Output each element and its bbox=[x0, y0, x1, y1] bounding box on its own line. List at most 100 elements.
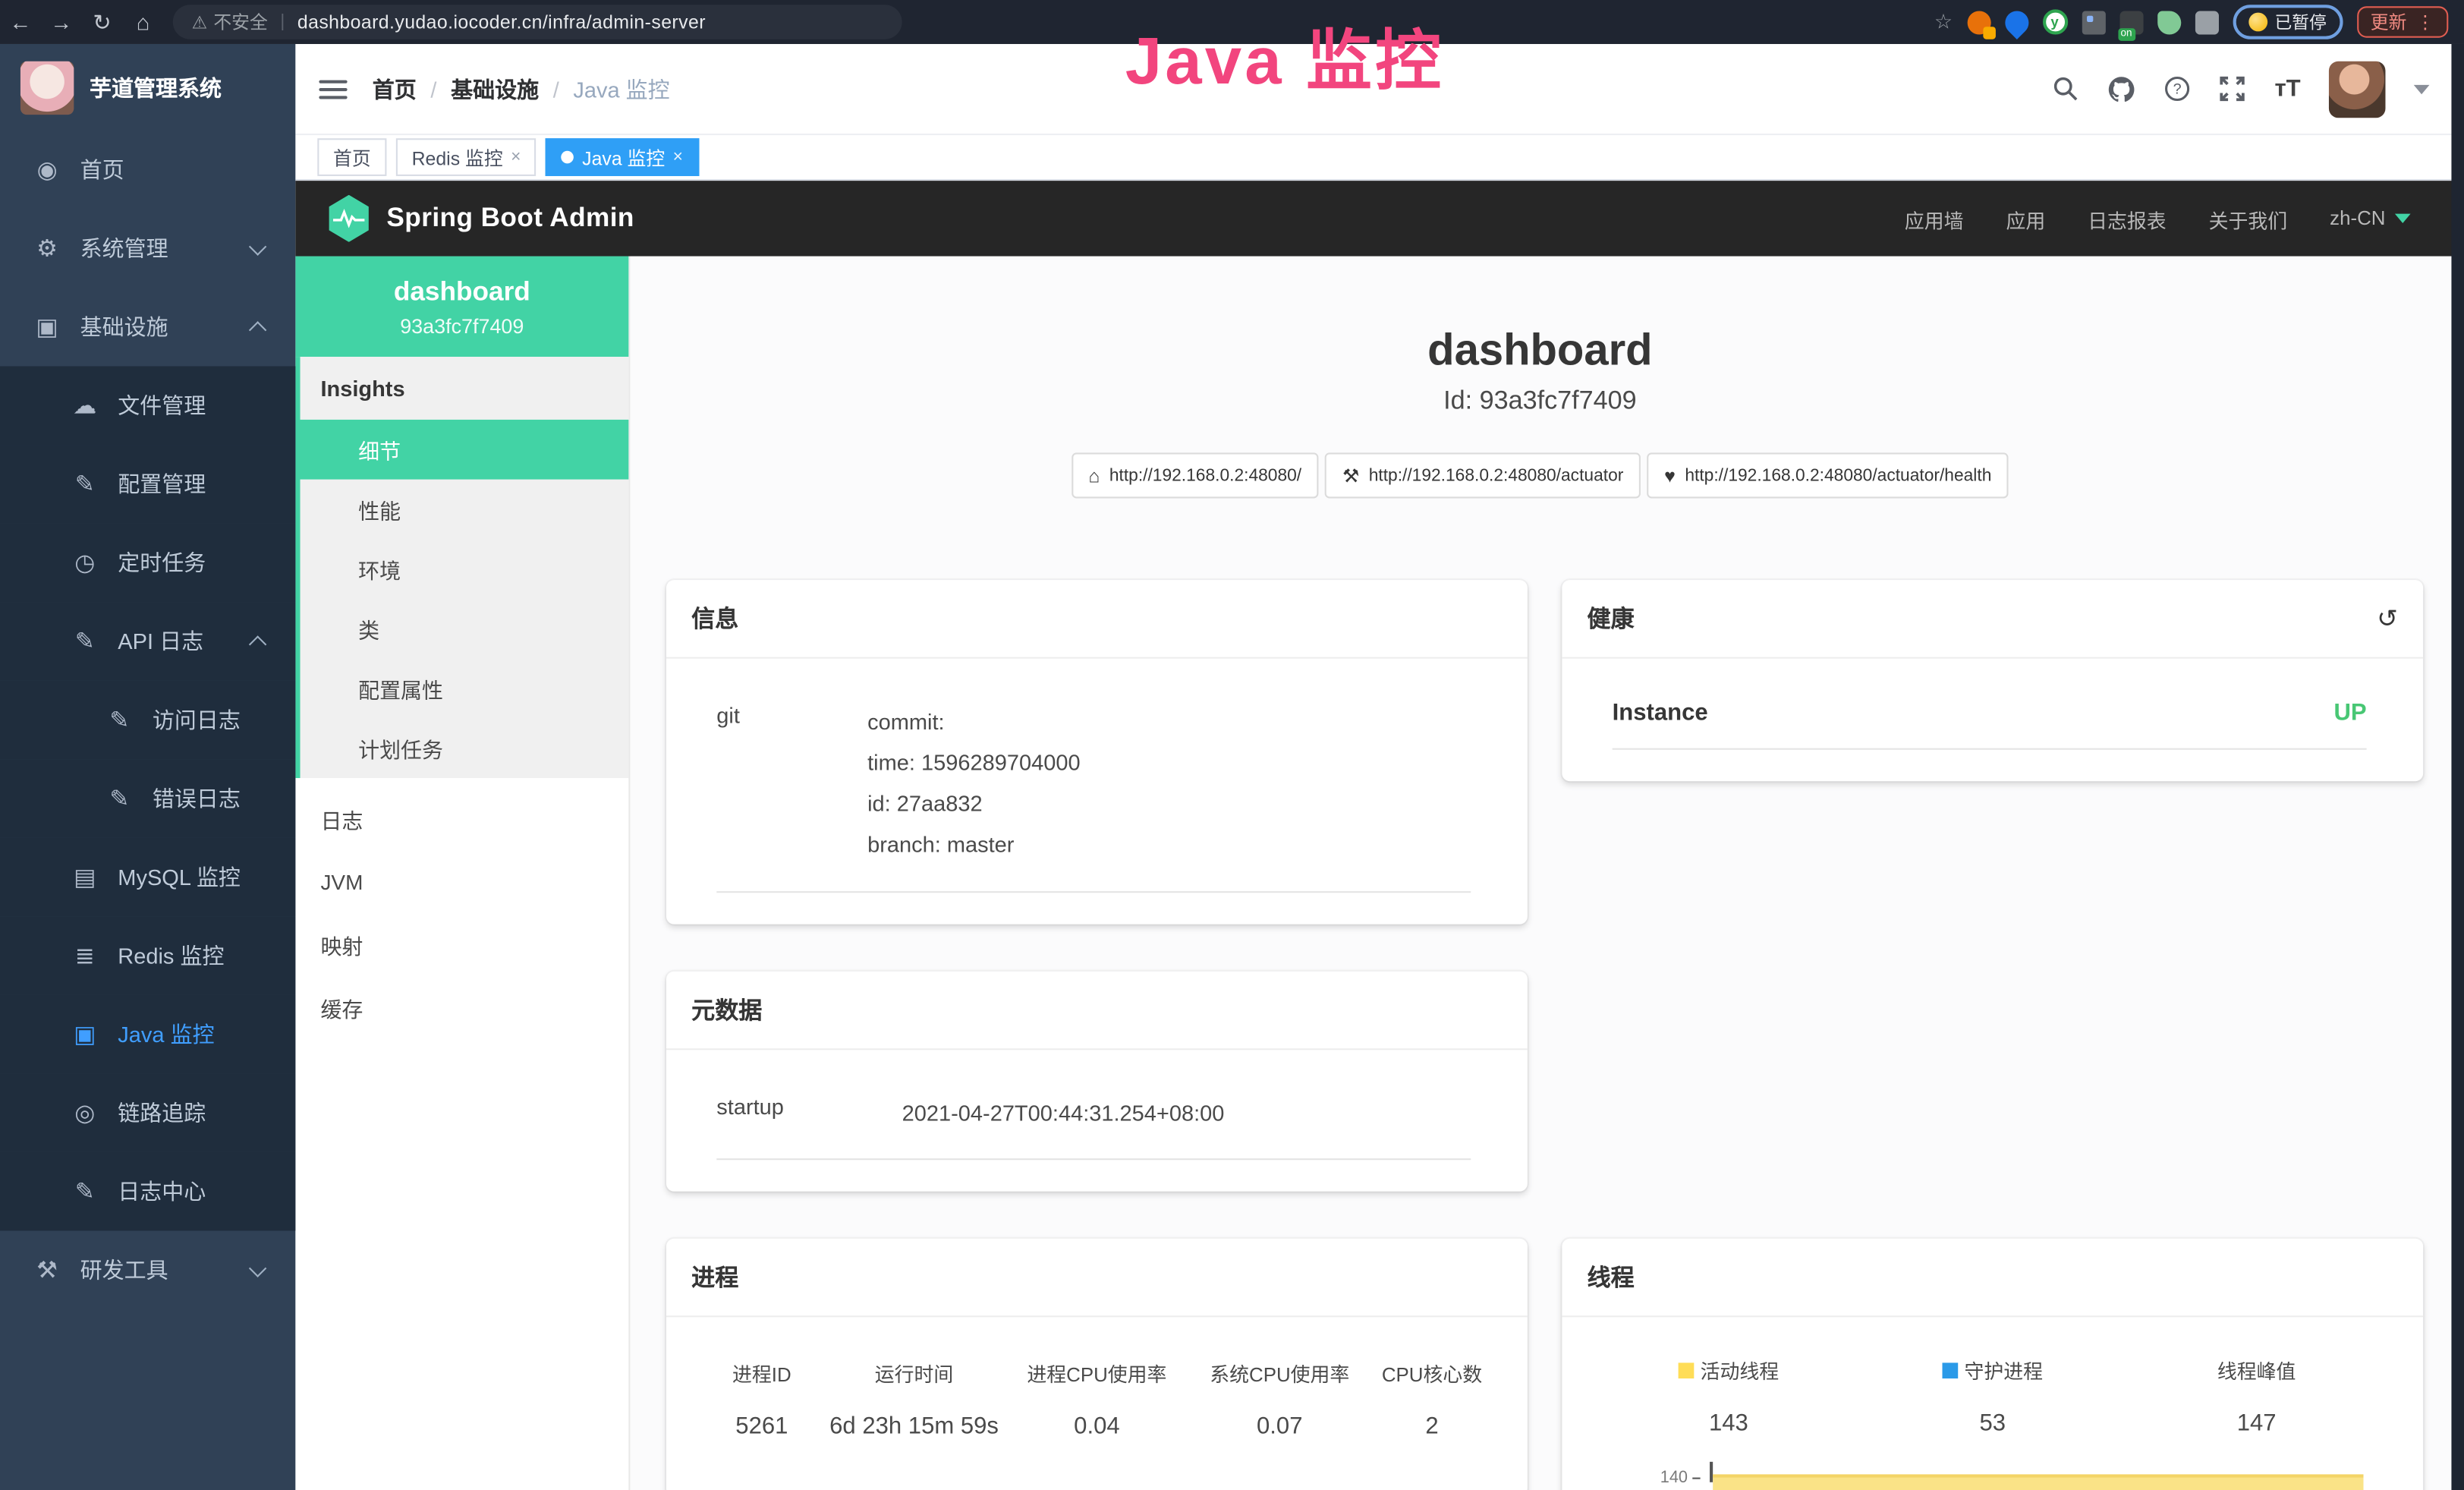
service-url-button[interactable]: ⌂ http://192.168.0.2:48080/ bbox=[1072, 452, 1319, 498]
sba-item-environment[interactable]: 环境 bbox=[301, 539, 629, 599]
bookmark-star-icon[interactable]: ☆ bbox=[1934, 9, 1953, 34]
tab-label: 首页 bbox=[333, 143, 371, 170]
chevron-down-icon bbox=[249, 237, 266, 254]
sidebar-item-config-mgmt[interactable]: ✎ 配置管理 bbox=[0, 445, 295, 524]
sba-nav-applications[interactable]: 应用 bbox=[2006, 203, 2045, 233]
threads-card: 线程 活动线程 143 守护进程 53 线程峰值 bbox=[1562, 1240, 2423, 1490]
metadata-card-header: 元数据 bbox=[666, 971, 1528, 1050]
extension-switch-icon[interactable]: on bbox=[2119, 10, 2142, 33]
sba-brand-title[interactable]: Spring Boot Admin bbox=[386, 203, 634, 234]
process-card-header: 进程 bbox=[666, 1240, 1528, 1318]
metadata-card: 元数据 startup 2021-04-27T00:44:31.254+08:0… bbox=[666, 971, 1528, 1192]
sidebar-item-label: 定时任务 bbox=[118, 547, 206, 578]
sidebar-item-access-logs[interactable]: ✎ 访问日志 bbox=[0, 681, 295, 760]
help-icon[interactable]: ? bbox=[2164, 75, 2191, 102]
wrench-icon: ⚒ bbox=[1342, 465, 1359, 487]
tab-home[interactable]: 首页 bbox=[317, 138, 386, 176]
instance-title: dashboard bbox=[628, 326, 2451, 376]
extension-leaf-icon[interactable] bbox=[2157, 10, 2180, 33]
metadata-value: 2021-04-27T00:44:31.254+08:00 bbox=[902, 1093, 1471, 1134]
close-tab-icon[interactable]: × bbox=[511, 148, 521, 167]
fullscreen-icon[interactable] bbox=[2220, 75, 2246, 102]
sba-item-details[interactable]: 细节 bbox=[295, 420, 628, 480]
sidebar-item-home[interactable]: ◉ 首页 bbox=[0, 131, 295, 209]
instance-header[interactable]: dashboard 93a3fc7f7409 bbox=[295, 257, 628, 358]
profile-paused-badge[interactable]: 已暂停 bbox=[2233, 5, 2343, 39]
github-icon[interactable] bbox=[2108, 74, 2136, 102]
sba-item-caches[interactable]: 缓存 bbox=[295, 976, 628, 1039]
edit-icon: ✎ bbox=[69, 1177, 100, 1205]
sba-nav-wallboard[interactable]: 应用墙 bbox=[1905, 203, 1964, 233]
extension-pin-icon[interactable] bbox=[2000, 5, 2033, 39]
app-sidebar: 芋道管理系统 ◉ 首页 ⚙ 系统管理 ▣ 基础设施 ☁ 文件管理 ✎ bbox=[0, 44, 295, 1490]
clock-icon: ◷ bbox=[69, 549, 100, 577]
sidebar-item-dev-tools[interactable]: ⚒ 研发工具 bbox=[0, 1230, 295, 1309]
dashboard-icon: ◉ bbox=[31, 156, 62, 184]
sidebar-item-scheduled-jobs[interactable]: ◷ 定时任务 bbox=[0, 524, 295, 603]
info-key: git bbox=[716, 703, 867, 865]
browser-forward-icon[interactable]: → bbox=[41, 9, 82, 34]
sidebar-item-api-logs[interactable]: ✎ API 日志 bbox=[0, 602, 295, 681]
sba-nav-journal[interactable]: 日志报表 bbox=[2088, 203, 2167, 233]
service-url: http://192.168.0.2:48080/ bbox=[1109, 466, 1301, 485]
search-icon[interactable] bbox=[2053, 75, 2079, 102]
sidebar-item-log-center[interactable]: ✎ 日志中心 bbox=[0, 1152, 295, 1231]
browser-home-icon[interactable]: ⌂ bbox=[123, 9, 164, 34]
user-avatar[interactable] bbox=[2329, 61, 2386, 118]
tab-redis-monitor[interactable]: Redis 监控 × bbox=[396, 138, 537, 176]
sidebar-item-tracing[interactable]: ◎ 链路追踪 bbox=[0, 1073, 295, 1152]
sba-item-scheduled-tasks[interactable]: 计划任务 bbox=[301, 718, 629, 778]
breadcrumb-separator: / bbox=[553, 76, 559, 101]
sidebar-item-java-monitor[interactable]: ▣ Java 监控 bbox=[0, 995, 295, 1074]
browser-back-icon[interactable]: ← bbox=[0, 9, 41, 34]
health-instance-label: Instance bbox=[1613, 700, 1708, 726]
extension-grid-icon[interactable] bbox=[2082, 10, 2105, 33]
chrome-menu-dots-icon[interactable]: ⋮ bbox=[2416, 11, 2434, 33]
browser-reload-icon[interactable]: ↻ bbox=[82, 8, 123, 35]
sba-item-logs[interactable]: 日志 bbox=[295, 787, 628, 850]
actuator-url-button[interactable]: ⚒ http://192.168.0.2:48080/actuator bbox=[1325, 452, 1641, 498]
breadcrumb-infra[interactable]: 基础设施 bbox=[451, 73, 539, 104]
legend-peak-threads: 线程峰值 147 bbox=[2125, 1356, 2389, 1438]
info-row-git: git commit: time: 1596289704000 id: 27aa… bbox=[716, 687, 1471, 892]
hamburger-menu-icon[interactable] bbox=[319, 74, 347, 102]
tab-java-monitor[interactable]: Java 监控 × bbox=[546, 138, 699, 176]
sba-item-mappings[interactable]: 映射 bbox=[295, 913, 628, 976]
history-icon[interactable]: ↺ bbox=[2377, 603, 2398, 634]
live-threads-area-series bbox=[1713, 1475, 2363, 1490]
legend-live-threads[interactable]: 活动线程 143 bbox=[1597, 1356, 1861, 1438]
legend-daemon-threads[interactable]: 守护进程 53 bbox=[1861, 1356, 2125, 1438]
app-logo-row[interactable]: 芋道管理系统 bbox=[0, 44, 295, 131]
sidebar-item-file-mgmt[interactable]: ☁ 文件管理 bbox=[0, 366, 295, 445]
extension-orange-icon[interactable] bbox=[1967, 10, 1990, 33]
chrome-update-button[interactable]: 更新 ⋮ bbox=[2356, 6, 2448, 37]
sba-item-jvm[interactable]: JVM bbox=[295, 850, 628, 913]
font-size-icon[interactable]: тT bbox=[2274, 75, 2300, 102]
sba-item-classes[interactable]: 类 bbox=[301, 599, 629, 659]
sidebar-item-label: Java 监控 bbox=[118, 1019, 214, 1050]
page-scrollbar[interactable] bbox=[2451, 44, 2464, 1490]
breadcrumb-home[interactable]: 首页 bbox=[373, 73, 417, 104]
breadcrumb: 首页 / 基础设施 / Java 监控 bbox=[373, 73, 670, 104]
user-menu-caret-icon[interactable] bbox=[2414, 84, 2430, 93]
extensions-puzzle-icon[interactable] bbox=[2195, 10, 2218, 33]
extension-y-icon[interactable]: y bbox=[2042, 9, 2067, 34]
sidebar-item-error-logs[interactable]: ✎ 错误日志 bbox=[0, 759, 295, 838]
sba-item-metrics[interactable]: 性能 bbox=[301, 480, 629, 540]
sidebar-item-system-mgmt[interactable]: ⚙ 系统管理 bbox=[0, 209, 295, 288]
legend-value: 53 bbox=[1861, 1410, 2125, 1436]
sba-item-config-props[interactable]: 配置属性 bbox=[301, 659, 629, 719]
address-bar[interactable]: ⚠ 不安全 | dashboard.yudao.iocoder.cn/infra… bbox=[173, 5, 902, 39]
sidebar-item-redis-monitor[interactable]: ≣ Redis 监控 bbox=[0, 916, 295, 995]
sba-nav-about[interactable]: 关于我们 bbox=[2209, 203, 2288, 233]
health-url-button[interactable]: ♥ http://192.168.0.2:48080/actuator/heal… bbox=[1647, 452, 2009, 498]
close-tab-icon[interactable]: × bbox=[673, 148, 683, 167]
sidebar-item-infrastructure[interactable]: ▣ 基础设施 bbox=[0, 288, 295, 367]
sidebar-item-label: 首页 bbox=[80, 154, 124, 185]
sidebar-item-mysql-monitor[interactable]: ▤ MySQL 监控 bbox=[0, 838, 295, 917]
chevron-up-icon bbox=[249, 635, 266, 652]
sba-locale-select[interactable]: zh-CN bbox=[2330, 207, 2410, 229]
health-card: 健康 ↺ Instance UP bbox=[1562, 580, 2423, 781]
sba-logo-icon[interactable] bbox=[327, 195, 371, 242]
legend-value: 143 bbox=[1597, 1410, 1861, 1436]
